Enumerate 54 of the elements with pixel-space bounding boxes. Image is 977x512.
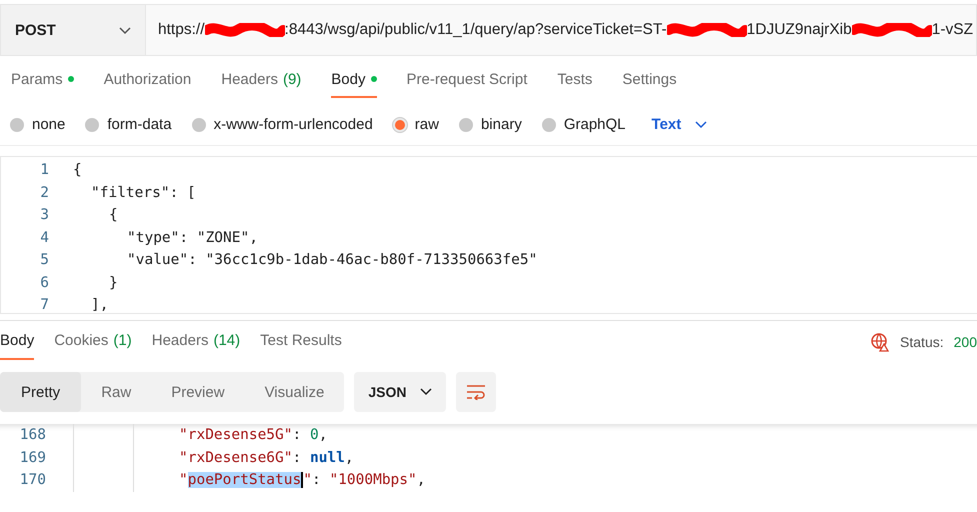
chevron-down-icon xyxy=(420,388,432,396)
code-line: "type": "ZONE", xyxy=(127,230,258,246)
view-mode-tab[interactable]: Pretty xyxy=(0,372,82,412)
view-mode-tab[interactable]: Visualize xyxy=(244,372,344,412)
body-type-radio[interactable]: form-data xyxy=(85,116,172,133)
code-line: "rxDesense6G": null, xyxy=(179,450,354,466)
chevron-down-icon xyxy=(119,26,131,34)
view-mode-tab[interactable]: Preview xyxy=(151,372,245,412)
wrap-lines-icon xyxy=(466,384,486,400)
request-tab[interactable]: Body xyxy=(331,62,376,98)
line-number: 5 xyxy=(39,252,49,268)
body-type-radio[interactable]: GraphQL xyxy=(542,116,626,133)
response-tab[interactable]: Body xyxy=(0,324,34,360)
response-tab[interactable]: Test Results xyxy=(260,324,342,360)
view-mode-tab[interactable]: Raw xyxy=(81,372,152,412)
line-number: 4 xyxy=(39,230,49,246)
request-tab[interactable]: Params xyxy=(11,62,74,98)
request-tab[interactable]: Pre-request Script xyxy=(406,62,528,98)
code-editor[interactable]: 1 { 2 "filters": [ 3 { 4 "type": "ZONE", 5 "value": "36cc1c9b-1dab-46ac-b80f-713350663fe5" 6 } 7 ], xyxy=(0,156,977,314)
code-line: "poePortStatus": "1000Mbps", xyxy=(179,472,426,488)
body-type-radio[interactable]: none xyxy=(10,116,66,133)
line-number: 6 xyxy=(39,274,49,291)
status-label: Status: xyxy=(900,334,944,350)
code-line: { xyxy=(73,162,82,178)
line-number: 1 xyxy=(39,162,49,178)
status-code: 200 xyxy=(954,334,977,350)
code-line: ], xyxy=(91,297,108,313)
chevron-down-icon xyxy=(695,120,708,128)
code-line: "value": "36cc1c9b-1dab-46ac-b80f-713350663fe5" xyxy=(127,252,538,268)
globe-warning-icon xyxy=(870,332,890,352)
request-tab[interactable]: Settings xyxy=(622,62,677,98)
line-number: 7 xyxy=(39,297,49,313)
wrap-lines-button[interactable] xyxy=(456,372,496,412)
body-type-radio[interactable]: x-www-form-urlencoded xyxy=(192,116,373,133)
request-tab[interactable]: Tests xyxy=(557,62,592,98)
code-line: "filters": [ xyxy=(91,184,196,201)
url-field[interactable]: https:// :8443/wsg/api/public/v11_1/query/ap?serviceTicket=ST- 1DJUZ9najrXib 1-vSZ xyxy=(146,4,977,56)
response-tab[interactable]: Headers (14) xyxy=(152,324,240,360)
method-dropdown[interactable]: POST xyxy=(0,4,146,56)
response-tab[interactable]: Cookies (1) xyxy=(54,324,132,360)
line-number: 170 xyxy=(18,472,46,488)
body-type-radio[interactable]: raw xyxy=(392,116,439,133)
response-format-dropdown[interactable]: JSON xyxy=(354,372,446,412)
line-number: 2 xyxy=(39,184,49,201)
code-line: { xyxy=(109,207,118,224)
body-type-radio[interactable]: binary xyxy=(458,116,522,133)
line-number: 168 xyxy=(18,427,46,444)
code-line: "rxDesense5G": 0, xyxy=(179,427,328,444)
line-number: 169 xyxy=(18,450,46,466)
request-tab[interactable]: Authorization xyxy=(104,62,192,98)
request-tab[interactable]: Headers (9) xyxy=(221,62,302,98)
format-dropdown[interactable]: Text xyxy=(646,115,714,134)
line-number: 3 xyxy=(39,207,49,224)
code-line: } xyxy=(109,274,118,291)
